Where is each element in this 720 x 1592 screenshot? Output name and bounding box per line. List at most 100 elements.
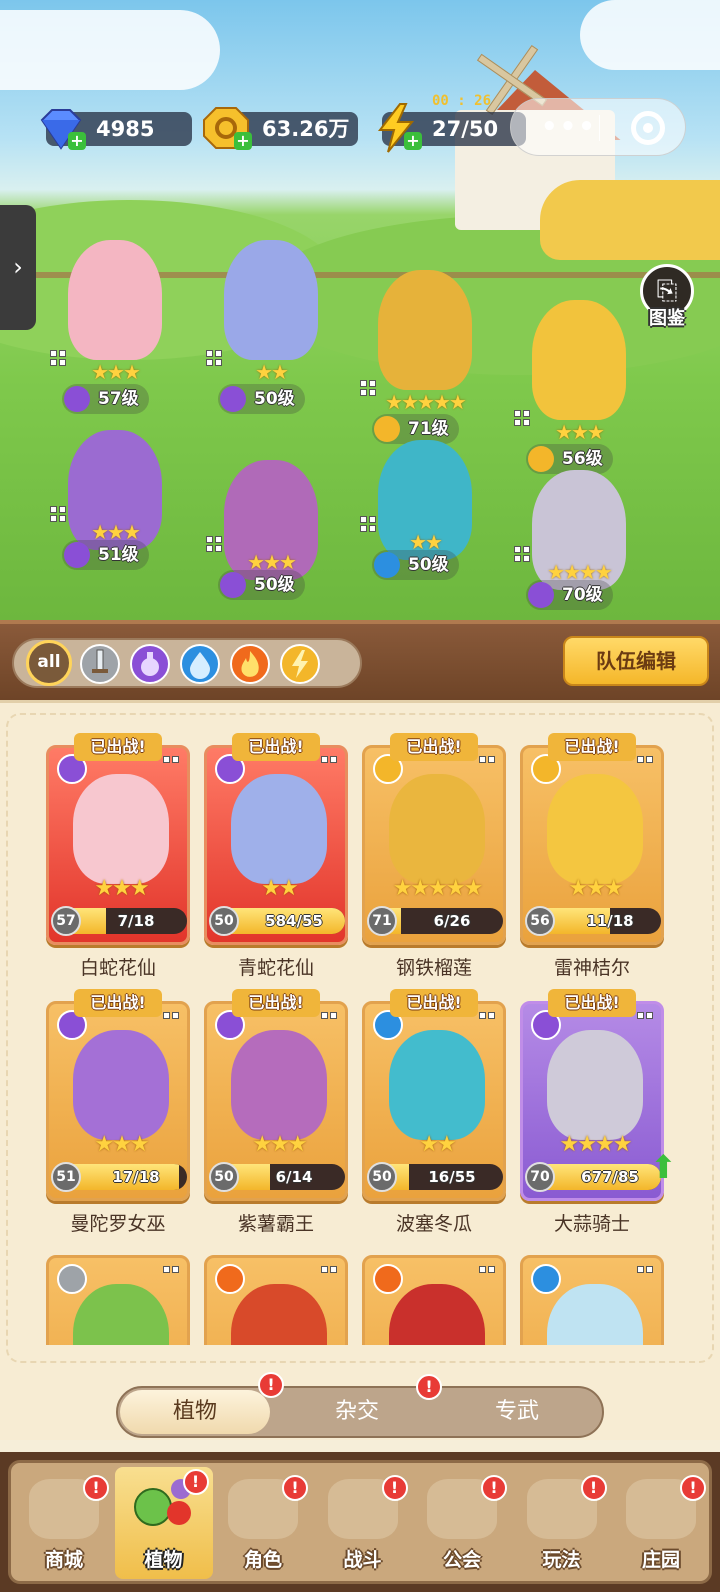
- plant-card-panel: ★★★ 7/18 57 已出战! 白蛇花仙 ★★ 584/55 50 已出战! 青蛇花仙 ★★★★★…: [0, 700, 720, 1440]
- filter-all-button[interactable]: all: [26, 640, 72, 686]
- formation-grid-icon: [206, 536, 222, 552]
- tab-exclusive-weapon[interactable]: 专武: [442, 1390, 592, 1434]
- star-rating: ★★: [261, 876, 298, 901]
- card-grid[interactable]: ★★★ 7/18 57 已出战! 白蛇花仙 ★★ 584/55 50 已出战! 青蛇花仙 ★★★★★…: [6, 713, 714, 1363]
- plant-card[interactable]: [46, 1255, 190, 1345]
- card-frame: ★★★★ 677/85 70: [520, 1001, 664, 1201]
- nav-label: 商城: [44, 1549, 83, 1571]
- plant-card[interactable]: ★★ 584/55 50 已出战! 青蛇花仙: [204, 733, 348, 979]
- side-expand-tab[interactable]: ›: [0, 205, 36, 330]
- formation-grid-icon: [163, 756, 179, 763]
- card-frame: ★★★★★ 6/26 71: [362, 745, 506, 945]
- alert-badge: !: [580, 1475, 607, 1501]
- plant-name: 雷神桔尔: [553, 957, 630, 979]
- plant-card[interactable]: ★★★ 7/18 57 已出战! 白蛇花仙: [46, 733, 190, 979]
- lightning-icon: [528, 446, 554, 472]
- nav-manor[interactable]: 庄园!: [612, 1473, 710, 1577]
- tab-plants[interactable]: 植物: [120, 1390, 270, 1434]
- field-unit[interactable]: ★★★ 56级: [504, 300, 654, 474]
- unit-level-text: 71级: [408, 419, 449, 439]
- plant-name: 紫薯霸王: [237, 1213, 314, 1235]
- plant-portrait: [547, 1030, 643, 1140]
- star-rating: ★★★: [94, 876, 149, 901]
- deployed-badge: 已出战!: [74, 989, 162, 1017]
- nav-shop[interactable]: 商城!: [15, 1473, 113, 1577]
- field-unit[interactable]: ★★★★ 70级: [504, 470, 654, 632]
- energy-counter[interactable]: + 27/50: [377, 103, 526, 153]
- card-level-badge: 50: [367, 1162, 397, 1192]
- card-frame: ★★★ 6/14 50: [204, 1001, 348, 1201]
- add-gems-icon[interactable]: +: [68, 132, 86, 150]
- plant-card[interactable]: ★★★★★ 6/26 71 已出战! 钢铁榴莲: [362, 733, 506, 979]
- unit-level: 50级: [218, 570, 305, 600]
- add-coins-icon[interactable]: +: [234, 132, 252, 150]
- formation-grid-icon: [321, 1266, 337, 1273]
- plant-sprite: [224, 240, 318, 360]
- plant-portrait: [73, 1030, 169, 1140]
- plant-card[interactable]: ★★★ 11/18 56 已出战! 雷神桔尔: [520, 733, 664, 979]
- shard-progress-text: 677/85: [581, 1168, 639, 1186]
- plant-card[interactable]: ★★ 16/55 50 已出战! 波塞冬瓜: [362, 989, 506, 1235]
- unit-level-text: 50级: [408, 555, 449, 575]
- filter-thunder-button[interactable]: [280, 644, 320, 684]
- plant-card[interactable]: ★★★ 17/18 51 已出战! 曼陀罗女巫: [46, 989, 190, 1235]
- plant-portrait: [73, 1284, 169, 1345]
- filter-water-button[interactable]: [180, 644, 220, 684]
- nav-guild[interactable]: 公会!: [413, 1473, 511, 1577]
- plant-card[interactable]: [362, 1255, 506, 1345]
- unit-level: 50级: [218, 384, 305, 414]
- filter-fire-button[interactable]: [230, 644, 270, 684]
- filter-bar: all 队伍编辑: [0, 620, 720, 700]
- shard-progress-text: 17/18: [112, 1168, 160, 1186]
- filter-poison-button[interactable]: [130, 644, 170, 684]
- card-frame: ★★ 16/55 50: [362, 1001, 506, 1201]
- tab-hybrid[interactable]: 杂交: [282, 1390, 432, 1434]
- team-edit-button[interactable]: 队伍编辑: [563, 636, 709, 686]
- formation-grid-icon: [360, 380, 376, 396]
- field-unit[interactable]: ★★★ 57级: [40, 240, 190, 414]
- plant-card[interactable]: ★★★★ 677/85 70 已出战! ⬆ 大蒜骑士: [520, 989, 677, 1235]
- plant-card[interactable]: [520, 1255, 664, 1345]
- formation-grid-icon: [637, 1012, 653, 1019]
- nav-plants[interactable]: 植物!: [114, 1467, 213, 1579]
- field-unit[interactable]: ★★★★★ 71级: [350, 270, 500, 444]
- add-energy-icon[interactable]: +: [404, 132, 422, 150]
- plant-sprite: [68, 240, 162, 360]
- unit-level-text: 57级: [98, 389, 139, 409]
- target-icon[interactable]: [631, 111, 665, 145]
- formation-grid-icon: [479, 1012, 495, 1019]
- plant-card[interactable]: [204, 1255, 348, 1345]
- hay-field: [540, 180, 720, 260]
- deployed-badge: 已出战!: [390, 733, 478, 761]
- plant-card[interactable]: ★★★ 6/14 50 已出战! 紫薯霸王: [204, 989, 348, 1235]
- alert-badge: !: [416, 1374, 442, 1400]
- star-rating: ★★★: [252, 1132, 307, 1157]
- plant-sprite: [378, 270, 472, 390]
- unit-level: 70级: [526, 580, 613, 610]
- card-level-badge: 71: [367, 906, 397, 936]
- water-drop-icon: [190, 652, 210, 679]
- plant-sprite: [532, 300, 626, 420]
- filter-sword-button[interactable]: [80, 644, 120, 684]
- cloud: [580, 0, 720, 70]
- nav-characters[interactable]: 角色!: [214, 1473, 312, 1577]
- field-unit[interactable]: ★★★ 51级: [40, 430, 190, 600]
- card-frame: ★★★ 17/18 51: [46, 1001, 190, 1201]
- plant-name: 曼陀罗女巫: [70, 1213, 166, 1235]
- more-dots-icon[interactable]: •••: [541, 114, 597, 140]
- field-unit[interactable]: ★★★ 50级: [196, 460, 346, 630]
- formation-grid-icon: [321, 756, 337, 763]
- coins-counter[interactable]: + 63.26万: [203, 107, 358, 150]
- gems-counter[interactable]: + 4985: [40, 109, 192, 150]
- potion-icon: [220, 386, 246, 412]
- deployed-badge: 已出战!: [548, 989, 636, 1017]
- field-unit[interactable]: ★★ 50级: [350, 440, 500, 610]
- nav-gameplay[interactable]: 玩法!: [513, 1473, 611, 1577]
- alert-badge: !: [83, 1475, 109, 1501]
- card-level-badge: 51: [51, 1162, 81, 1192]
- nav-label: 公会: [442, 1549, 481, 1571]
- field-unit[interactable]: ★★ 50级: [196, 240, 346, 414]
- nav-battle[interactable]: 战斗!: [314, 1473, 412, 1577]
- deployed-badge: 已出战!: [548, 733, 636, 761]
- unit-level-text: 50级: [254, 389, 295, 409]
